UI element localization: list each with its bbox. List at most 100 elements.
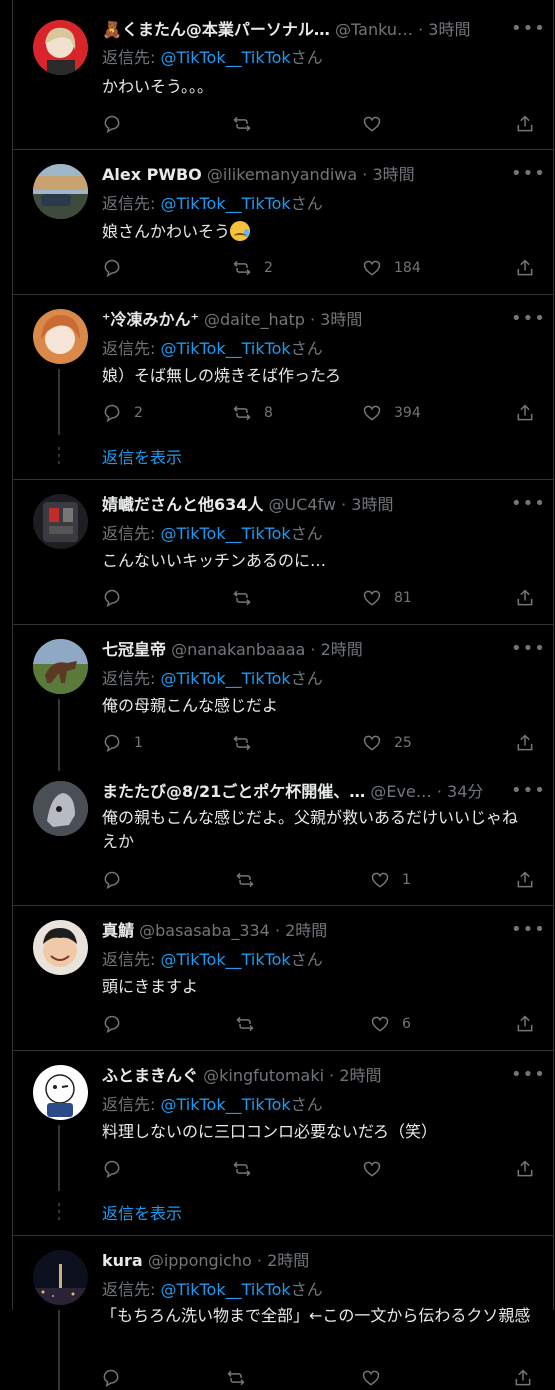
tweet[interactable]: ⁺冷凍みかん⁺ @daite_hatp · 3時間 ••• 返信先: @TikT…	[13, 295, 553, 480]
share-button[interactable]	[515, 586, 535, 610]
reply-button[interactable]	[102, 1012, 134, 1036]
reply-button[interactable]: 2	[102, 401, 143, 425]
display-name[interactable]: 🧸くまたん@本業パーソナル…	[102, 20, 330, 39]
user-handle[interactable]: @ippongicho	[148, 1251, 252, 1270]
display-name[interactable]: ふとまきんぐ	[102, 1066, 198, 1085]
user-handle[interactable]: @Eve…	[370, 782, 431, 801]
mention-link[interactable]: @TikTok__TikTok	[160, 1095, 290, 1114]
like-button[interactable]: 394	[362, 401, 421, 425]
user-handle[interactable]: @basasaba_334	[139, 921, 270, 940]
display-name[interactable]: ⁺冷凍みかん⁺	[102, 310, 199, 329]
avatar[interactable]	[33, 1065, 88, 1120]
display-name[interactable]: またたび@8/21ごとポケ杯開催、…	[102, 782, 365, 801]
like-button[interactable]	[361, 1366, 393, 1390]
more-options-icon[interactable]: •••	[511, 495, 545, 521]
reply-button[interactable]	[102, 256, 134, 280]
heart-icon	[363, 260, 381, 276]
more-options-icon[interactable]: •••	[511, 20, 545, 46]
tweet[interactable]: 婧巇ださんと他634人 @UC4fw · 3時間 ••• 返信先: @TikTo…	[13, 480, 553, 625]
tweet[interactable]: 🧸くまたん@本業パーソナル… @Tanku… · 3時間 ••• 返信先: @T…	[13, 0, 553, 150]
more-options-icon[interactable]: •••	[511, 310, 545, 336]
retweet-button[interactable]	[235, 868, 267, 892]
timestamp[interactable]: · 3時間	[362, 165, 414, 184]
display-name[interactable]: 七冠皇帝	[102, 640, 166, 659]
timestamp[interactable]: · 2時間	[310, 640, 362, 659]
avatar[interactable]	[33, 920, 88, 975]
like-button[interactable]: 1	[370, 868, 411, 892]
mention-link[interactable]: @TikTok__TikTok	[160, 950, 290, 969]
display-name[interactable]: 婧巇ださんと他634人	[102, 495, 263, 514]
user-handle[interactable]: @nanakanbaaaa	[171, 640, 305, 659]
show-replies-link[interactable]: 返信を表示	[102, 446, 182, 470]
retweet-button[interactable]	[232, 586, 264, 610]
avatar[interactable]	[33, 639, 88, 694]
reply-button[interactable]: 1	[102, 731, 143, 755]
retweet-button[interactable]: 8	[232, 401, 273, 425]
tweet[interactable]: kura @ippongicho · 2時間 返信先: @TikTok__Tik…	[13, 1236, 553, 1310]
share-button[interactable]	[515, 1012, 535, 1036]
mention-link[interactable]: @TikTok__TikTok	[160, 48, 290, 67]
timestamp[interactable]: · 3時間	[310, 310, 362, 329]
user-handle[interactable]: @UC4fw	[269, 495, 337, 514]
user-handle[interactable]: @kingfutomaki	[203, 1066, 324, 1085]
mention-link[interactable]: @TikTok__TikTok	[160, 194, 290, 213]
reply-button[interactable]	[101, 1366, 133, 1390]
tweet[interactable]: Alex PWBO @ilikemanyandiwa · 3時間 ••• 返信先…	[13, 150, 553, 295]
avatar[interactable]	[33, 309, 88, 364]
avatar[interactable]	[33, 164, 88, 219]
more-options-icon[interactable]: •••	[511, 921, 545, 947]
mention-link[interactable]: @TikTok__TikTok	[160, 339, 290, 358]
like-button[interactable]: 184	[362, 256, 421, 280]
display-name[interactable]: 真鯖	[102, 921, 134, 940]
like-button[interactable]	[362, 112, 394, 136]
like-button[interactable]: 81	[362, 586, 412, 610]
avatar[interactable]	[33, 1250, 88, 1305]
like-button[interactable]: 6	[370, 1012, 411, 1036]
share-button[interactable]	[515, 256, 535, 280]
retweet-button[interactable]	[226, 1366, 258, 1390]
share-button[interactable]	[515, 731, 535, 755]
reply-button[interactable]	[102, 1157, 134, 1181]
mention-link[interactable]: @TikTok__TikTok	[160, 669, 290, 688]
avatar[interactable]	[33, 494, 88, 549]
mention-link[interactable]: @TikTok__TikTok	[160, 524, 290, 543]
timestamp[interactable]: · 2時間	[329, 1066, 381, 1085]
thread-ellipsis	[58, 1203, 60, 1223]
reply-button[interactable]	[102, 586, 134, 610]
tweet[interactable]: ふとまきんぐ @kingfutomaki · 2時間 ••• 返信先: @Tik…	[13, 1051, 553, 1236]
retweet-button[interactable]	[232, 731, 264, 755]
avatar[interactable]	[33, 781, 88, 836]
share-button[interactable]	[515, 112, 535, 136]
timestamp[interactable]: · 34分	[437, 782, 484, 801]
like-button[interactable]: 25	[362, 731, 412, 755]
more-options-icon[interactable]: •••	[511, 640, 545, 666]
timestamp[interactable]: · 2時間	[257, 1251, 309, 1270]
share-button[interactable]	[515, 868, 535, 892]
more-options-icon[interactable]: •••	[511, 165, 545, 191]
retweet-button[interactable]: 2	[232, 256, 273, 280]
retweet-button[interactable]	[232, 1157, 264, 1181]
timestamp[interactable]: · 3時間	[341, 495, 393, 514]
display-name[interactable]: Alex PWBO	[102, 165, 202, 184]
like-button[interactable]	[362, 1157, 394, 1181]
timestamp[interactable]: · 2時間	[275, 921, 327, 940]
user-handle[interactable]: @daite_hatp	[204, 310, 305, 329]
retweet-button[interactable]	[235, 1012, 267, 1036]
user-handle[interactable]: @Tanku…	[335, 20, 413, 39]
reply-icon	[104, 1160, 120, 1179]
retweet-button[interactable]	[232, 112, 264, 136]
more-options-icon[interactable]: •••	[511, 782, 545, 808]
mention-link[interactable]: @TikTok__TikTok	[160, 1280, 290, 1299]
more-options-icon[interactable]: •••	[511, 1066, 545, 1092]
tweet[interactable]: 真鯖 @basasaba_334 · 2時間 ••• 返信先: @TikTok_…	[13, 906, 553, 1051]
timestamp[interactable]: · 3時間	[418, 20, 470, 39]
share-button[interactable]	[515, 401, 535, 425]
user-handle[interactable]: @ilikemanyandiwa	[207, 165, 357, 184]
reply-button[interactable]	[102, 868, 134, 892]
avatar[interactable]	[33, 20, 88, 75]
share-button[interactable]	[513, 1366, 533, 1390]
display-name[interactable]: kura	[102, 1251, 143, 1270]
reply-button[interactable]	[102, 112, 134, 136]
show-replies-link[interactable]: 返信を表示	[102, 1202, 182, 1226]
share-button[interactable]	[515, 1157, 535, 1181]
